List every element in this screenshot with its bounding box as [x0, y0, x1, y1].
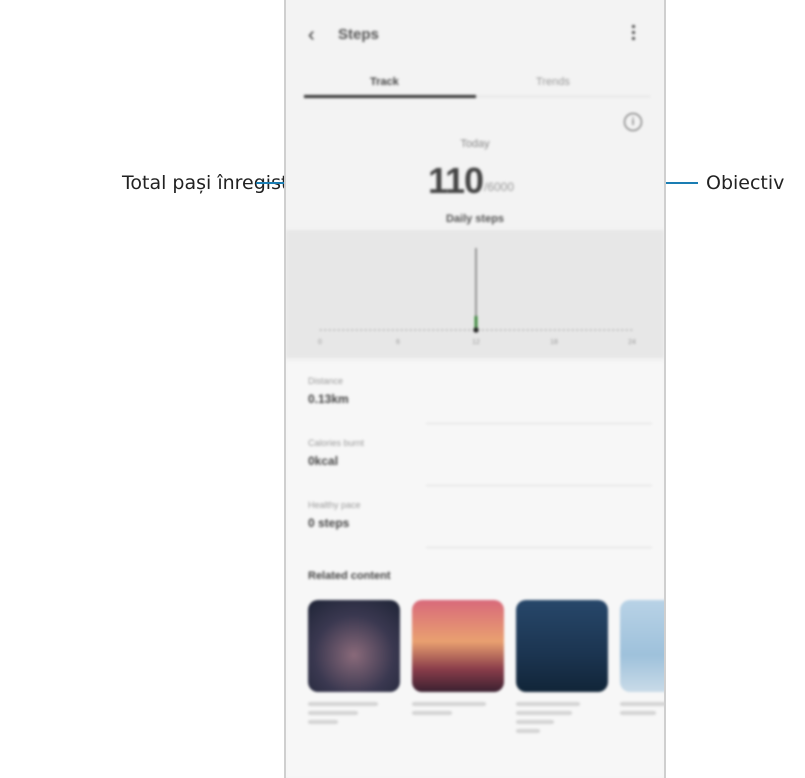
page-title: Steps — [338, 26, 379, 43]
steps-chart: 0 6 12 18 24 — [286, 230, 664, 358]
tab-bar: Track Trends — [304, 70, 650, 100]
related-caption-placeholder — [412, 702, 492, 720]
divider — [426, 547, 652, 548]
stat-distance-value: 0.13km — [308, 392, 349, 406]
stat-distance-label: Distance — [308, 376, 344, 386]
related-caption-placeholder — [516, 702, 596, 738]
steps-count: 110 — [428, 160, 484, 201]
info-icon[interactable]: i — [624, 113, 642, 131]
related-thumbnail[interactable] — [620, 600, 664, 692]
chart-tick-label: 6 — [396, 339, 400, 346]
stat-calories-value: 0kcal — [308, 454, 339, 468]
tab-track[interactable]: Track — [370, 76, 399, 88]
more-options-icon[interactable] — [628, 22, 638, 46]
chart-tick-label: 12 — [472, 339, 480, 346]
back-icon[interactable]: ‹ — [308, 24, 330, 46]
related-content-list — [308, 600, 664, 760]
tab-active-indicator — [304, 95, 476, 98]
related-thumbnail[interactable] — [308, 600, 400, 692]
stat-calories-label: Calories burnt — [308, 438, 365, 448]
related-thumbnail[interactable] — [412, 600, 504, 692]
stat-distance: Distance 0.13km — [308, 376, 349, 406]
app-bar: ‹ Steps — [286, 18, 664, 54]
chart-tick-label: 18 — [550, 339, 558, 346]
callout-target: Obiectiv — [706, 172, 785, 194]
phone-screen: ‹ Steps Track Trends i Today 110 /6000 D… — [284, 0, 666, 778]
tab-trends[interactable]: Trends — [536, 76, 570, 88]
steps-target: /6000 — [484, 180, 515, 194]
chart-current-point — [473, 327, 479, 333]
chart-tick-label: 0 — [318, 339, 322, 346]
stat-healthy-pace-label: Healthy pace — [308, 500, 361, 510]
steps-chart-svg: 0 6 12 18 24 — [318, 248, 636, 346]
related-thumbnail[interactable] — [516, 600, 608, 692]
today-label: Today — [460, 138, 490, 150]
stat-calories: Calories burnt 0kcal — [308, 438, 364, 468]
related-content-title: Related content — [308, 570, 391, 582]
stat-healthy-pace: Healthy pace 0 steps — [308, 500, 361, 530]
related-caption-placeholder — [620, 702, 664, 720]
chart-tick-label: 24 — [628, 339, 636, 346]
divider — [426, 485, 652, 486]
related-caption-placeholder — [308, 702, 388, 729]
stat-healthy-pace-value: 0 steps — [308, 516, 350, 530]
daily-steps-label: Daily steps — [445, 213, 505, 225]
divider — [426, 423, 652, 424]
